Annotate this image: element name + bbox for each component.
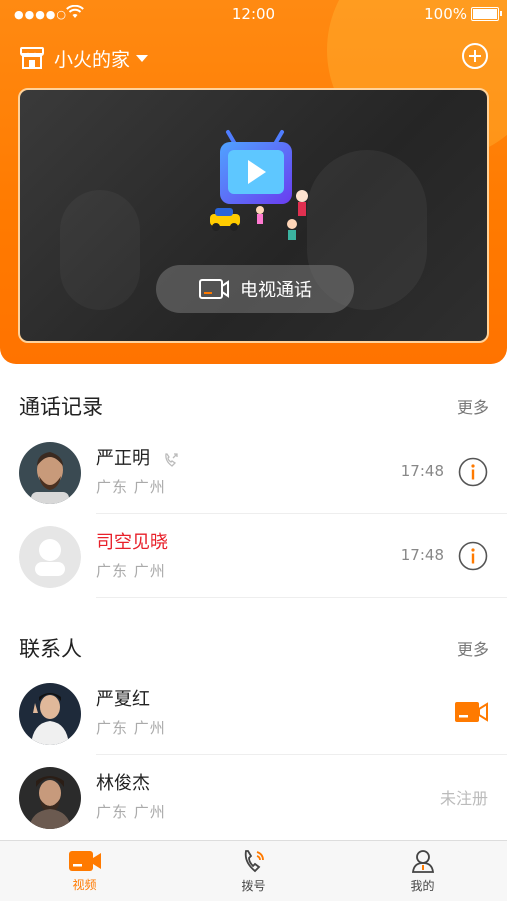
battery-percent: 100% bbox=[424, 5, 467, 23]
tv-call-button[interactable]: 电视通话 bbox=[156, 265, 354, 313]
video-call-icon[interactable] bbox=[454, 701, 488, 723]
store-icon bbox=[20, 47, 44, 69]
tab-label: 视频 bbox=[72, 878, 97, 892]
info-icon[interactable] bbox=[458, 457, 488, 487]
tv-call-card: 电视通话 bbox=[18, 88, 489, 343]
tv-camera-icon bbox=[199, 279, 229, 299]
call-time: 17:48 bbox=[400, 546, 444, 564]
contact-name: 严正明 bbox=[96, 448, 150, 469]
tab-label: 拨号 bbox=[241, 879, 266, 893]
home-title: 小火的家 bbox=[54, 48, 131, 71]
call-log-item[interactable]: 司空见晓 广东 广州 17:48 bbox=[0, 514, 507, 598]
chevron-down-icon bbox=[136, 54, 149, 62]
header: ●●●●○ 12:00 100% 小火的家 电视通话 bbox=[0, 0, 507, 364]
avatar bbox=[19, 683, 81, 745]
avatar bbox=[19, 767, 81, 829]
divider bbox=[96, 597, 507, 598]
tab-me[interactable]: 我的 bbox=[338, 841, 507, 901]
avatar-placeholder bbox=[19, 526, 81, 588]
call-log-more-link[interactable]: 更多 bbox=[457, 394, 489, 418]
contact-location: 广东 广州 bbox=[96, 719, 166, 737]
call-log-item[interactable]: 严正明 广东 广州 17:48 bbox=[0, 430, 507, 514]
tab-video[interactable]: 视频 bbox=[0, 841, 169, 901]
outgoing-call-icon bbox=[165, 453, 178, 467]
video-camera-icon bbox=[68, 851, 101, 871]
tv-call-label: 电视通话 bbox=[240, 280, 312, 301]
tab-label: 我的 bbox=[410, 879, 435, 893]
contacts-header: 联系人 更多 bbox=[19, 632, 489, 664]
tab-dial[interactable]: 拨号 bbox=[169, 841, 338, 901]
call-log-title: 通话记录 bbox=[19, 395, 103, 419]
contacts-more-link[interactable]: 更多 bbox=[457, 636, 489, 660]
home-selector[interactable]: 小火的家 bbox=[18, 40, 149, 76]
add-circle-icon[interactable] bbox=[461, 42, 489, 70]
background-figure bbox=[60, 190, 140, 310]
contact-location: 广东 广州 bbox=[96, 478, 166, 496]
contact-name: 司空见晓 bbox=[96, 532, 168, 553]
contacts-title: 联系人 bbox=[19, 637, 82, 661]
call-time: 17:48 bbox=[400, 462, 444, 480]
battery-icon bbox=[471, 7, 502, 21]
info-icon[interactable] bbox=[458, 541, 488, 571]
tab-bar: 视频 拨号 我的 bbox=[0, 840, 507, 901]
contact-location: 广东 广州 bbox=[96, 562, 166, 580]
avatar bbox=[19, 442, 81, 504]
person-icon bbox=[411, 850, 434, 873]
contact-location: 广东 广州 bbox=[96, 803, 166, 821]
tv-illustration bbox=[210, 130, 308, 240]
contact-name: 林俊杰 bbox=[96, 773, 150, 794]
contact-item[interactable]: 林俊杰 广东 广州 未注册 bbox=[0, 755, 507, 839]
contact-item[interactable]: 严夏红 广东 广州 bbox=[0, 671, 507, 755]
phone-dial-icon bbox=[244, 850, 264, 873]
unregistered-label: 未注册 bbox=[439, 789, 488, 808]
status-bar: ●●●●○ 12:00 100% bbox=[0, 0, 507, 30]
call-log-header: 通话记录 更多 bbox=[19, 390, 489, 422]
contact-name: 严夏红 bbox=[96, 689, 150, 710]
